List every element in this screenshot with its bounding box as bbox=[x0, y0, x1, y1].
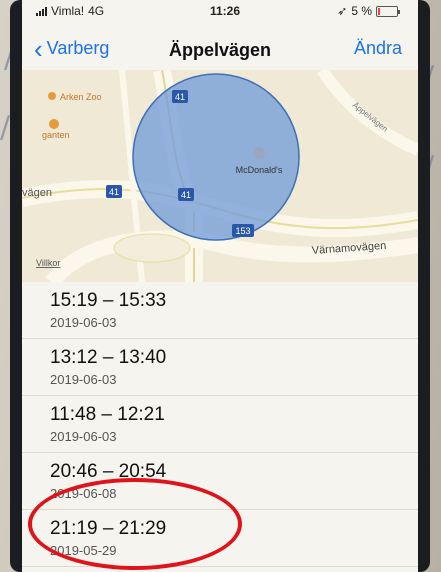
visit-date: 2019-05-29 bbox=[50, 543, 117, 558]
visit-date: 2019-06-03 bbox=[50, 429, 117, 444]
visit-date: 2019-06-08 bbox=[50, 486, 117, 501]
map-label-poi: ganten bbox=[42, 130, 70, 140]
map-label-arken-zoo: Arken Zoo bbox=[60, 92, 102, 102]
visit-row[interactable]: 13:12 – 13:40 2019-06-03 bbox=[22, 339, 418, 396]
route-shield: 153 bbox=[235, 226, 250, 236]
location-map[interactable]: 41 41 41 153 Arken Zoo ganten vägen McDo… bbox=[22, 70, 418, 282]
geofence-circle bbox=[132, 73, 300, 241]
carrier-label: Vimla! bbox=[51, 4, 85, 18]
map-label-road: vägen bbox=[22, 187, 52, 199]
location-arrow-icon: ➶ bbox=[337, 4, 348, 18]
visit-date: 2019-06-03 bbox=[50, 315, 117, 330]
visit-time-range: 20:46 – 20:54 bbox=[50, 461, 167, 482]
visit-time-range: 13:12 – 13:40 bbox=[50, 347, 167, 368]
poi-pin-icon bbox=[49, 119, 59, 129]
battery-icon bbox=[376, 5, 400, 17]
route-shield: 41 bbox=[109, 187, 119, 197]
visit-time-range: 15:19 – 15:33 bbox=[50, 290, 167, 311]
phone-screen: Vimla! 4G 11:26 ➶ 5 % ‹ Varberg Äppelväg… bbox=[22, 0, 418, 572]
visit-row[interactable]: 20:46 – 20:54 2019-06-08 bbox=[22, 453, 418, 510]
network-label: 4G bbox=[88, 4, 105, 18]
visit-time-range: 21:19 – 21:29 bbox=[50, 518, 167, 539]
visit-date: 2019-06-03 bbox=[50, 372, 117, 387]
status-bar: Vimla! 4G 11:26 ➶ 5 % bbox=[22, 0, 418, 22]
edit-button[interactable]: Ändra bbox=[354, 38, 402, 59]
signal-icon bbox=[36, 6, 47, 16]
poi-pin-icon bbox=[48, 92, 56, 100]
map-legal-link[interactable]: Villkor bbox=[36, 258, 60, 268]
map-label-mcdonalds: McDonald's bbox=[236, 165, 283, 175]
visit-row[interactable]: 11:48 – 12:21 2019-06-03 bbox=[22, 396, 418, 453]
route-shield: 41 bbox=[175, 92, 185, 102]
navigation-bar: ‹ Varberg Äppelvägen Ändra bbox=[22, 26, 418, 70]
visit-time-range: 11:48 – 12:21 bbox=[50, 404, 165, 425]
visits-list: 15:19 – 15:33 2019-06-03 13:12 – 13:40 2… bbox=[22, 282, 418, 567]
clock: 11:26 bbox=[210, 4, 241, 18]
handwriting-mark: / bbox=[0, 110, 11, 145]
route-shield: 41 bbox=[181, 190, 191, 200]
restaurant-pin-icon bbox=[253, 147, 265, 159]
visit-row[interactable]: 15:19 – 15:33 2019-06-03 bbox=[22, 282, 418, 339]
visit-row[interactable]: 21:19 – 21:29 2019-05-29 bbox=[22, 510, 418, 567]
battery-percent: 5 % bbox=[351, 4, 372, 18]
